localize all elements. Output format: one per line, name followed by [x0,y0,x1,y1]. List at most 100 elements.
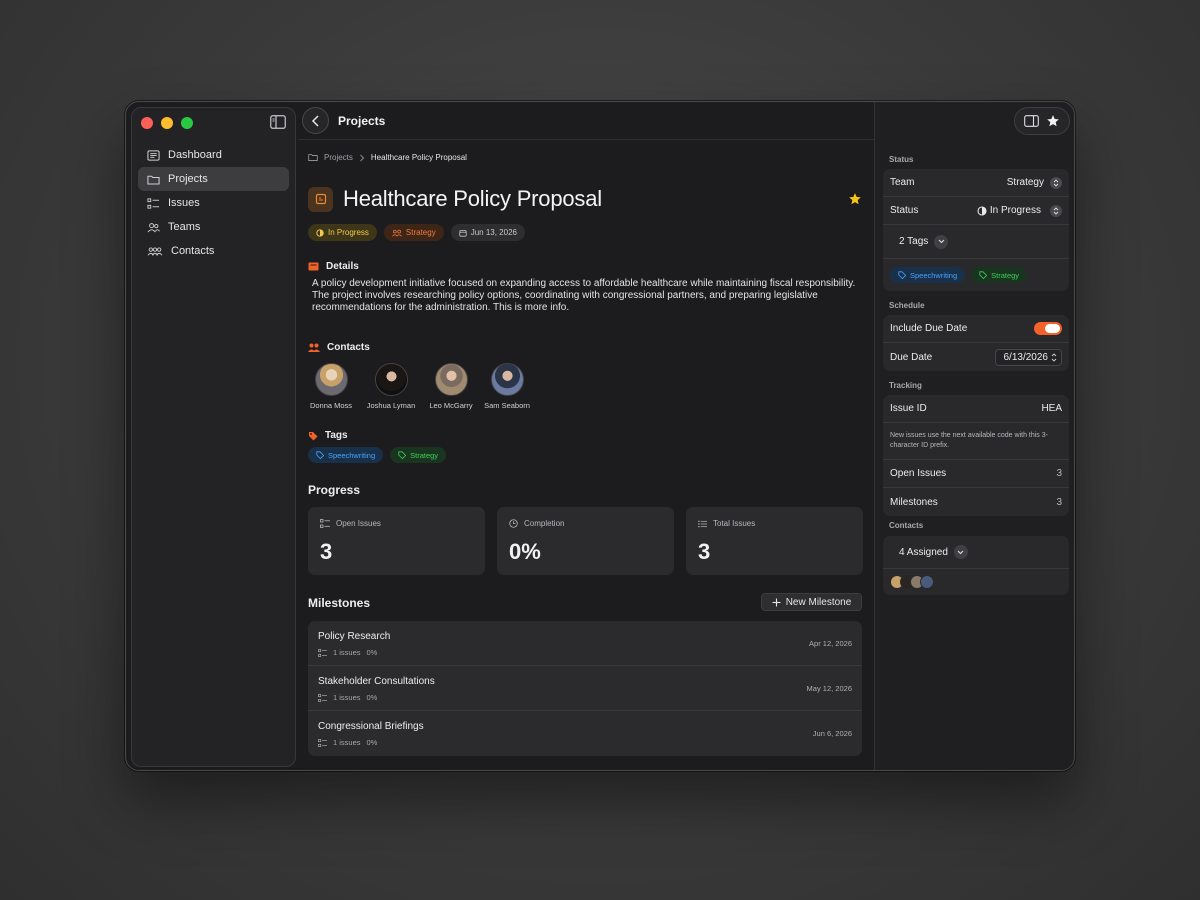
assigned-avatars [883,569,1069,595]
sidebar-item-teams[interactable]: Teams [138,215,289,239]
details-text: A policy development initiative focused … [312,278,856,313]
inspector-toggle-icon[interactable] [1024,115,1040,127]
tag-strategy[interactable]: Strategy [971,267,1028,283]
window-controls [141,117,193,129]
project-header: Healthcare Policy Proposal [308,186,602,212]
chevron-down-icon[interactable] [953,545,968,559]
plus-icon [772,598,781,606]
sidebar-item-issues[interactable]: Issues [138,191,289,215]
team-badge[interactable]: Strategy [383,224,444,241]
status-row[interactable]: Status In Progress [883,197,1069,225]
milestones-count-value: 3 [1056,496,1062,508]
schedule-section-label: Schedule [889,301,925,310]
teams-icon [391,229,402,236]
star-icon[interactable] [848,192,862,206]
tag-icon [316,451,324,459]
tag-strategy[interactable]: Strategy [390,447,447,463]
close-window-button[interactable] [141,117,153,129]
milestone-percent: 0% [366,693,378,702]
sidebar-item-contacts[interactable]: Contacts [138,239,289,263]
include-due-label: Include Due Date [890,323,968,334]
milestone-meta: 1 issues 0% [318,693,377,702]
project-title: Healthcare Policy Proposal [343,186,602,211]
stat-value: 3 [320,539,333,564]
contacts-heading: Contacts [308,342,370,353]
milestone-row[interactable]: Policy Research 1 issues 0% Apr 12, 2026 [308,621,862,666]
sidebar: Dashboard Projects Issues Teams Contacts [131,107,296,767]
milestone-row[interactable]: Stakeholder Consultations 1 issues 0% Ma… [308,666,862,711]
half-circle-icon [977,205,987,216]
sidebar-item-dashboard[interactable]: Dashboard [138,143,289,167]
tag-label: Strategy [991,270,1020,280]
back-button[interactable] [302,107,329,134]
tags-heading-label: Tags [325,430,348,441]
milestone-date: Jun 6, 2026 [812,729,852,738]
dashboard-icon [147,149,160,161]
tag-speechwriting[interactable]: Speechwriting [890,267,966,283]
updown-chevron-icon[interactable] [1050,176,1062,189]
assigned-row[interactable]: 4 Assigned [883,536,1069,569]
new-milestone-label: New Milestone [785,596,852,608]
sidebar-item-label: Projects [168,173,208,185]
milestone-issues: 1 issues [333,648,361,657]
chevron-right-icon [360,154,365,161]
sidebar-item-projects[interactable]: Projects [138,167,289,191]
contact-item[interactable]: Donna Moss [308,363,354,410]
status-badge[interactable]: In Progress [308,224,377,241]
chevron-down-icon[interactable] [934,234,949,249]
tag-label: Speechwriting [910,270,958,280]
contact-name: Sam Seaborn [484,401,530,410]
due-date-picker[interactable]: 6/13/2026 [994,348,1062,366]
contact-item[interactable]: Leo McGarry [428,363,474,410]
milestone-row[interactable]: Congressional Briefings 1 issues 0% Jun … [308,711,862,756]
avatar [490,363,524,396]
tracking-section-label: Tracking [889,381,922,390]
date-badge[interactable]: Jun 13, 2026 [450,224,525,241]
team-row[interactable]: Team Strategy [883,169,1069,197]
teams-icon [147,222,160,232]
app-window: Dashboard Projects Issues Teams Contacts [125,101,1075,771]
milestone-issues: 1 issues [333,693,361,702]
progress-heading: Progress [308,483,361,497]
tags-count-label: 2 Tags [899,236,929,247]
sidebar-nav: Dashboard Projects Issues Teams Contacts [138,143,289,263]
team-label: Strategy [405,228,436,237]
contacts-icon [308,343,320,352]
stat-card-label: Completion [509,519,564,528]
details-heading: Details [308,261,359,272]
calendar-icon [459,229,467,237]
milestone-percent: 0% [366,648,378,657]
sidebar-toggle-icon[interactable] [270,115,286,129]
issue-id-row[interactable]: Issue ID HEA [883,395,1069,423]
include-due-date-toggle[interactable] [1034,322,1062,335]
tag-icon [898,271,906,279]
tag-speechwriting[interactable]: Speechwriting [308,447,384,463]
minimize-window-button[interactable] [161,117,173,129]
sidebar-item-label: Dashboard [168,149,222,161]
contacts-section-label: Contacts [889,521,924,530]
stat-card-total-issues: Total Issues 3 [686,507,863,575]
details-heading-label: Details [326,261,359,272]
due-date-label: Due Date [890,351,933,363]
list-icon [147,197,160,209]
open-issues-label: Open Issues [890,468,947,479]
tags-list: Speechwriting Strategy [308,447,447,463]
page-title: Projects [338,114,386,128]
star-icon[interactable] [1046,114,1060,128]
contacts-group: 4 Assigned [883,536,1069,595]
breadcrumb-root[interactable]: Projects [324,153,353,162]
schedule-group: Include Due Date Due Date 6/13/2026 [883,315,1069,371]
chevron-left-icon [311,114,319,127]
zoom-window-button[interactable] [181,117,193,129]
milestone-name: Stakeholder Consultations [318,676,435,687]
tags-row[interactable]: 2 Tags [883,225,1069,259]
milestones-heading: Milestones [308,596,371,610]
contact-name: Leo McGarry [429,401,473,410]
contact-item[interactable]: Joshua Lyman [364,363,418,410]
sidebar-item-label: Teams [168,221,201,233]
contact-item[interactable]: Sam Seaborn [484,363,530,410]
inspector-toolbar [1014,107,1070,135]
new-milestone-button[interactable]: New Milestone [761,593,862,611]
updown-chevron-icon[interactable] [1050,204,1062,217]
sidebar-item-label: Contacts [171,245,215,257]
